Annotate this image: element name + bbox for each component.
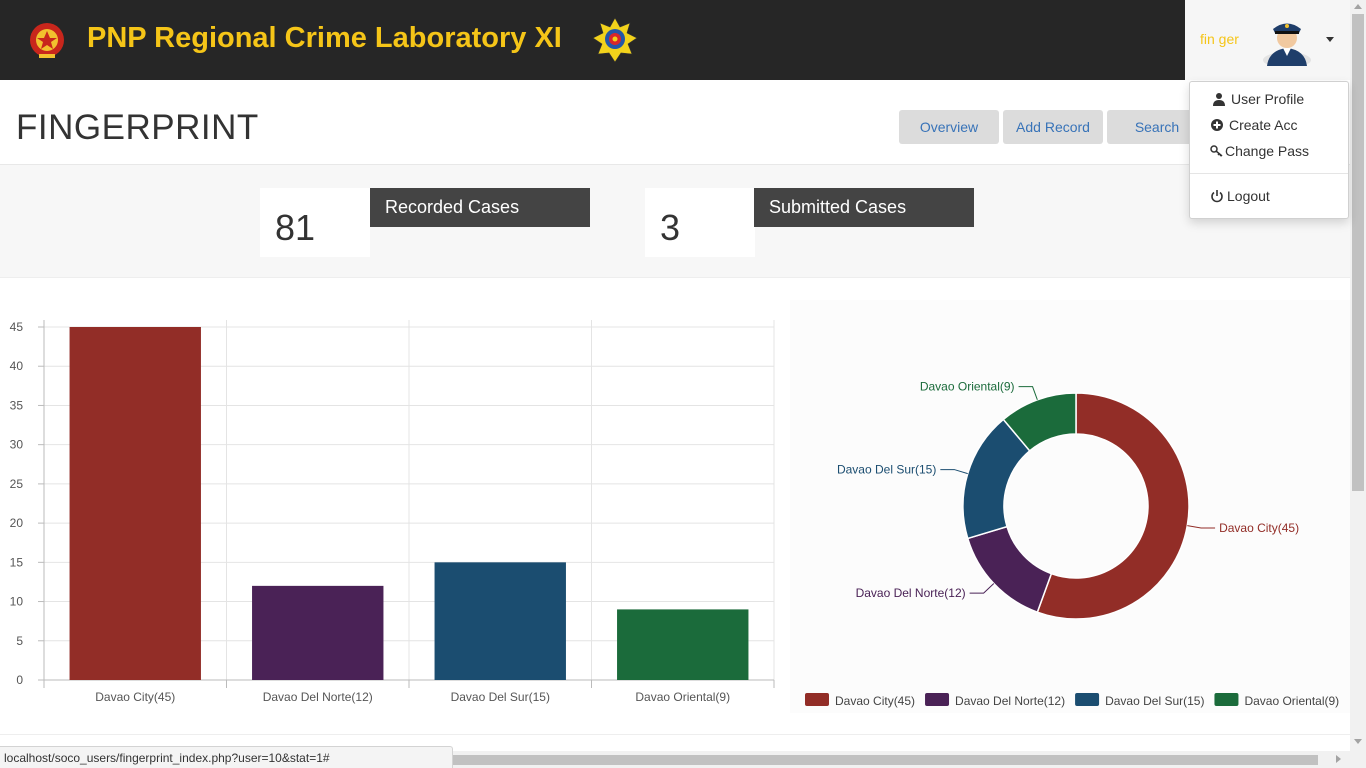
- doughnut-slice: [966, 525, 1053, 614]
- key-icon: [1210, 145, 1223, 157]
- slice-label-leader: [1018, 386, 1038, 400]
- slice-label: Davao Del Sur(15): [837, 463, 936, 477]
- menu-item-label: Create Acc: [1229, 117, 1298, 133]
- menu-item-label: User Profile: [1231, 91, 1305, 107]
- slice-label: Davao Oriental(9): [920, 380, 1015, 394]
- slice-label: Davao Del Norte(12): [856, 586, 966, 600]
- scroll-right-icon[interactable]: [1336, 755, 1341, 763]
- legend-swatch: [1214, 693, 1239, 706]
- plus-circle-icon: [1211, 119, 1223, 131]
- scroll-up-icon[interactable]: [1354, 4, 1362, 9]
- scroll-down-icon[interactable]: [1354, 739, 1362, 744]
- legend-swatch: [1075, 693, 1100, 706]
- scroll-thumb[interactable]: [453, 755, 1318, 765]
- menu-item-logout[interactable]: Logout: [1210, 188, 1270, 204]
- legend-swatch: [925, 693, 950, 706]
- slice-label: Davao City(45): [1219, 521, 1299, 535]
- menu-divider: [1190, 173, 1348, 174]
- legend-label: Davao Oriental(9): [1244, 694, 1339, 708]
- slice-label-leader: [940, 469, 968, 475]
- slice-label-leader: [969, 583, 995, 594]
- menu-item-label: Change Pass: [1225, 143, 1310, 159]
- user-dropdown-menu: User Profile Create Acc Change Pass Logo…: [1189, 81, 1349, 219]
- menu-item-change-pass[interactable]: Change Pass: [1210, 143, 1309, 159]
- vertical-scrollbar[interactable]: [1350, 0, 1366, 768]
- scroll-thumb[interactable]: [1352, 14, 1364, 491]
- user-icon: [1213, 93, 1225, 106]
- menu-item-user-profile[interactable]: User Profile: [1212, 91, 1304, 107]
- doughnut-chart: Davao City(45) Davao Del Norte(12) Davao D…: [805, 380, 1339, 708]
- menu-item-label: Logout: [1227, 188, 1270, 204]
- status-bar-url: localhost/soco_users/fingerprint_index.p…: [0, 746, 453, 768]
- legend-label: Davao Del Norte(12): [955, 694, 1065, 708]
- menu-item-create-acc[interactable]: Create Acc: [1210, 117, 1297, 133]
- divider: [0, 734, 1350, 735]
- legend-label: Davao Del Sur(15): [1105, 694, 1204, 708]
- legend-swatch: [805, 693, 829, 706]
- legend-label: Davao City(45): [835, 694, 915, 708]
- slice-label-leader: [1187, 525, 1216, 529]
- power-icon: [1211, 190, 1223, 203]
